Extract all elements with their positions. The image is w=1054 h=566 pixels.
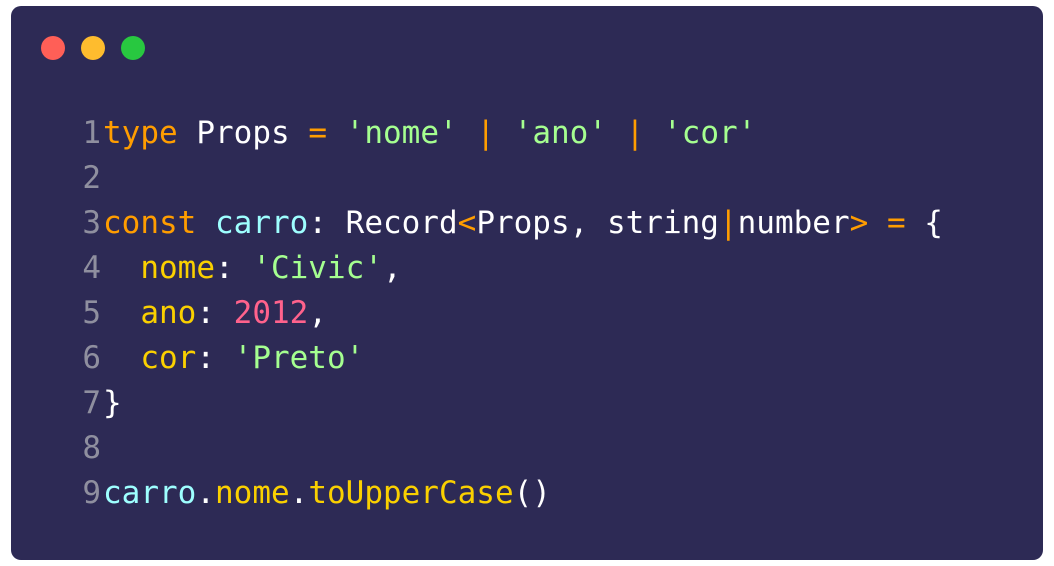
line-number: 9 <box>82 475 101 511</box>
code-token: Props <box>476 205 570 241</box>
code-token: { <box>924 205 943 241</box>
code-text: const carro: Record<Props, string|number… <box>103 201 943 246</box>
code-token: : <box>308 205 346 241</box>
code-line: 7} <box>67 381 943 426</box>
code-line: 4 nome: 'Civic', <box>67 246 943 291</box>
minimize-dot[interactable] <box>81 36 105 60</box>
code-line: 3 const carro: Record<Props, string|numbe… <box>67 201 943 246</box>
code-text: ano: 2012, <box>103 291 327 336</box>
line-number: 5 <box>82 295 101 331</box>
maximize-dot[interactable] <box>121 36 145 60</box>
code-token: Record <box>345 205 458 241</box>
code-token: = <box>886 205 906 241</box>
code-token: 2012 <box>233 295 309 331</box>
code-token: 'Civic' <box>252 250 383 286</box>
code-token: | <box>718 205 738 241</box>
code-line: 5 ano: 2012, <box>67 291 943 336</box>
code-token: } <box>103 385 122 421</box>
code-token: , <box>569 205 607 241</box>
code-text: cor: 'Preto' <box>103 336 364 381</box>
code-line: 9 carro.nome.toUpperCase() <box>67 471 943 516</box>
code-token: carro <box>215 205 309 241</box>
code-token: 'ano' <box>513 115 607 151</box>
code-token: toUpperCase <box>308 475 514 511</box>
code-token: type <box>103 115 178 151</box>
code-text: } <box>103 381 122 426</box>
code-token: number <box>737 205 850 241</box>
code-token: 'Preto' <box>233 340 365 376</box>
code-line: 1 type Props = 'nome' | 'ano' | 'cor' <box>67 111 943 156</box>
line-number: 6 <box>82 340 101 376</box>
code-token: . <box>196 475 215 511</box>
code-window: 1 type Props = 'nome' | 'ano' | 'cor' 2 3 co… <box>11 6 1043 560</box>
code-token: > <box>849 205 869 241</box>
window-controls <box>41 36 145 60</box>
code-token: = <box>308 115 327 151</box>
code-token: () <box>513 475 551 511</box>
code-line: 8 <box>67 426 943 471</box>
code-token: cor <box>140 340 197 376</box>
line-number: 4 <box>82 250 101 286</box>
code-token: , <box>382 250 402 286</box>
code-token: ano <box>140 295 197 331</box>
code-token: < <box>457 205 477 241</box>
line-number: 3 <box>82 205 101 241</box>
code-token: . <box>289 475 309 511</box>
code-line: 2 <box>67 156 943 201</box>
code-token: : <box>196 295 234 331</box>
code-text: type Props = 'nome' | 'ano' | 'cor' <box>103 111 756 156</box>
code-token: const <box>103 205 197 241</box>
code-token: Props <box>196 115 290 151</box>
code-text: nome: 'Civic', <box>103 246 402 291</box>
line-number: 7 <box>82 385 101 421</box>
line-number: 1 <box>82 115 101 151</box>
code-token: | <box>625 115 645 151</box>
code-block: 1 type Props = 'nome' | 'ano' | 'cor' 2 3 co… <box>67 111 943 516</box>
line-number: 8 <box>82 430 101 466</box>
code-token: 'cor' <box>663 115 757 151</box>
code-token: 'nome' <box>345 115 458 151</box>
close-dot[interactable] <box>41 36 65 60</box>
code-token: nome <box>215 475 290 511</box>
code-token: carro <box>103 475 197 511</box>
code-text: carro.nome.toUpperCase() <box>103 471 551 516</box>
line-number: 2 <box>82 160 101 196</box>
code-token: , <box>308 295 327 331</box>
code-line: 6 cor: 'Preto' <box>67 336 943 381</box>
code-token: | <box>476 115 495 151</box>
code-token: : <box>214 250 253 286</box>
code-token: nome <box>140 250 215 286</box>
code-token: : <box>196 340 234 376</box>
code-token: string <box>606 205 719 241</box>
